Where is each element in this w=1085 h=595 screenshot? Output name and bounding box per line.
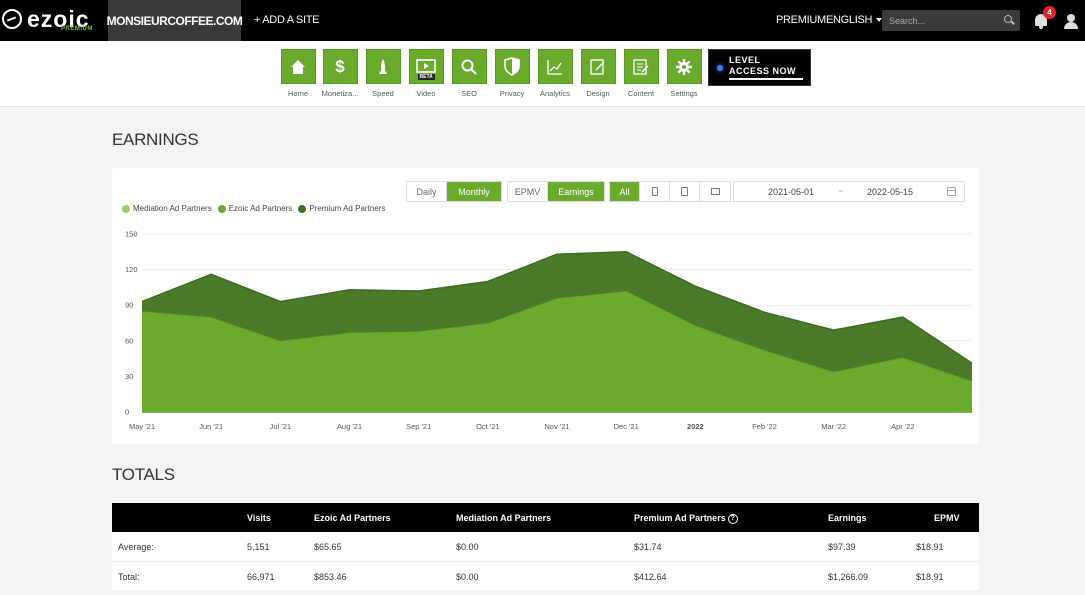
cell-ezoic: $65.65 <box>314 542 342 552</box>
nav-label: Analytics <box>539 89 570 98</box>
y-tick-label: 150 <box>125 230 138 239</box>
rocket-icon <box>365 49 401 84</box>
column-header-ezoic[interactable]: Ezoic Ad Partners <box>314 513 391 523</box>
y-tick-label: 0 <box>125 408 129 417</box>
nav-label: Design <box>586 89 610 98</box>
x-tick-label: Nov '21 <box>544 422 569 431</box>
x-tick-label: Aug '21 <box>337 422 362 431</box>
nav-label: Privacy <box>499 89 525 98</box>
x-tick-label: Sep '21 <box>406 422 431 431</box>
nav-label: Video <box>416 89 436 98</box>
cell-epmv: $18.91 <box>916 542 944 552</box>
earnings-title: EARNINGS <box>112 130 199 149</box>
dollar-icon: $ <box>322 49 358 84</box>
notification-badge[interactable]: 4 <box>1043 6 1056 19</box>
cell-premium: $31.74 <box>634 542 662 552</box>
nav-item-design[interactable]: Design <box>578 49 618 105</box>
beta-badge: BETA <box>417 74 435 80</box>
search-icon[interactable] <box>1004 15 1012 23</box>
totals-title: TOTALS <box>112 465 175 484</box>
cell-visits: 5,151 <box>247 542 270 552</box>
chart-icon <box>537 49 573 84</box>
search-input[interactable] <box>889 13 999 28</box>
nav-label: Settings <box>670 89 698 98</box>
ezoic-logo-icon <box>2 9 22 29</box>
totals-table: Visits Ezoic Ad Partners Mediation Ad Pa… <box>112 503 979 592</box>
content-icon <box>623 49 659 84</box>
cell-earnings: $1,266.09 <box>828 572 869 582</box>
nav-item-speed[interactable]: Speed <box>363 49 403 105</box>
home-icon <box>280 49 316 84</box>
x-tick-label: Jun '21 <box>199 422 223 431</box>
nav-label: Monetiza... <box>321 89 359 98</box>
y-tick-label: 60 <box>125 336 133 345</box>
table-row: Total: 66,971 $853.46 $0.00 $412.64 $1,2… <box>112 562 979 592</box>
design-icon <box>580 49 616 84</box>
cell-earnings: $97.39 <box>828 542 856 552</box>
column-header-earnings[interactable]: Earnings <box>828 513 867 523</box>
help-icon[interactable]: ? <box>727 513 738 524</box>
column-header-mediation[interactable]: Mediation Ad Partners <box>456 513 551 523</box>
access-now-text: ACCESS NOW <box>729 66 797 76</box>
nav-item-seo[interactable]: SEO <box>449 49 489 105</box>
area-layer <box>141 251 973 413</box>
logo-subtitle: PREMIUM <box>61 26 93 32</box>
row-label: Average: <box>118 542 154 552</box>
user-icon[interactable] <box>1064 14 1078 29</box>
x-tick-label: 2022 <box>687 422 704 431</box>
nav-item-monetization[interactable]: $ Monetiza... <box>320 49 360 105</box>
nav-label: SEO <box>461 89 477 98</box>
y-tick-label: 90 <box>125 301 133 310</box>
cell-visits: 66,971 <box>247 572 275 582</box>
cell-ezoic: $853.46 <box>314 572 347 582</box>
y-tick-label: 30 <box>125 372 133 381</box>
x-tick-label: Mar '22 <box>821 422 846 431</box>
level-underline <box>729 78 803 80</box>
y-tick-label: 120 <box>125 265 138 274</box>
nav-item-analytics[interactable]: Analytics <box>535 49 575 105</box>
nav-item-privacy[interactable]: Privacy <box>492 49 532 105</box>
site-selector-tab[interactable]: MONSIEURCOFFEE.COM <box>107 0 243 41</box>
language-selector[interactable]: ENGLISH <box>826 14 883 26</box>
table-header: Visits Ezoic Ad Partners Mediation Ad Pa… <box>112 503 979 532</box>
level-dot-icon <box>717 65 723 71</box>
nav-item-settings[interactable]: Settings <box>664 49 704 105</box>
cell-epmv: $18.91 <box>916 572 944 582</box>
column-header-premium[interactable]: Premium Ad Partners? <box>634 513 738 524</box>
search-box[interactable] <box>882 10 1020 31</box>
x-tick-label: Dec '21 <box>614 422 639 431</box>
x-tick-label: Oct '21 <box>476 422 500 431</box>
column-header-visits[interactable]: Visits <box>247 513 271 523</box>
nav-label: Home <box>287 89 308 98</box>
premium-header-label: Premium Ad Partners <box>634 513 726 523</box>
magnifier-icon <box>451 49 487 84</box>
nav-item-home[interactable]: Home <box>278 49 318 105</box>
premium-link[interactable]: PREMIUM <box>776 14 826 26</box>
video-icon: BETA <box>408 49 444 84</box>
top-bar: ezoic PREMIUM MONSIEURCOFFEE.COM + ADD A… <box>0 0 1085 41</box>
gear-icon <box>666 49 702 84</box>
cell-mediation: $0.00 <box>456 572 479 582</box>
x-tick-label: May '21 <box>129 422 155 431</box>
x-tick-label: Feb '22 <box>752 422 777 431</box>
table-row: Average: 5,151 $65.65 $0.00 $31.74 $97.3… <box>112 532 979 562</box>
level-access-button[interactable]: LEVEL ACCESS NOW <box>708 49 811 86</box>
main-nav: Home $ Monetiza... Speed BETA Video SEO … <box>0 41 1085 107</box>
x-tick-label: Jul '21 <box>270 422 291 431</box>
nav-item-content[interactable]: Content <box>621 49 661 105</box>
ezoic-logo[interactable]: ezoic PREMIUM <box>0 0 108 41</box>
column-header-epmv[interactable]: EPMV <box>934 513 960 523</box>
nav-label: Speed <box>372 89 394 98</box>
language-label: ENGLISH <box>826 14 873 26</box>
add-site-link[interactable]: + ADD A SITE <box>254 14 319 26</box>
level-text: LEVEL <box>729 55 761 65</box>
nav-item-video[interactable]: BETA Video <box>406 49 446 105</box>
row-label: Total: <box>118 572 140 582</box>
nav-label: Content <box>627 89 655 98</box>
earnings-area-chart: 0 30 60 90 120 150 May '21 Jun '21 Jul '21 Aug '2… <box>125 230 973 431</box>
x-tick-label: Apr '22 <box>891 422 915 431</box>
shield-icon <box>494 49 530 84</box>
cell-mediation: $0.00 <box>456 542 479 552</box>
cell-premium: $412.64 <box>634 572 667 582</box>
